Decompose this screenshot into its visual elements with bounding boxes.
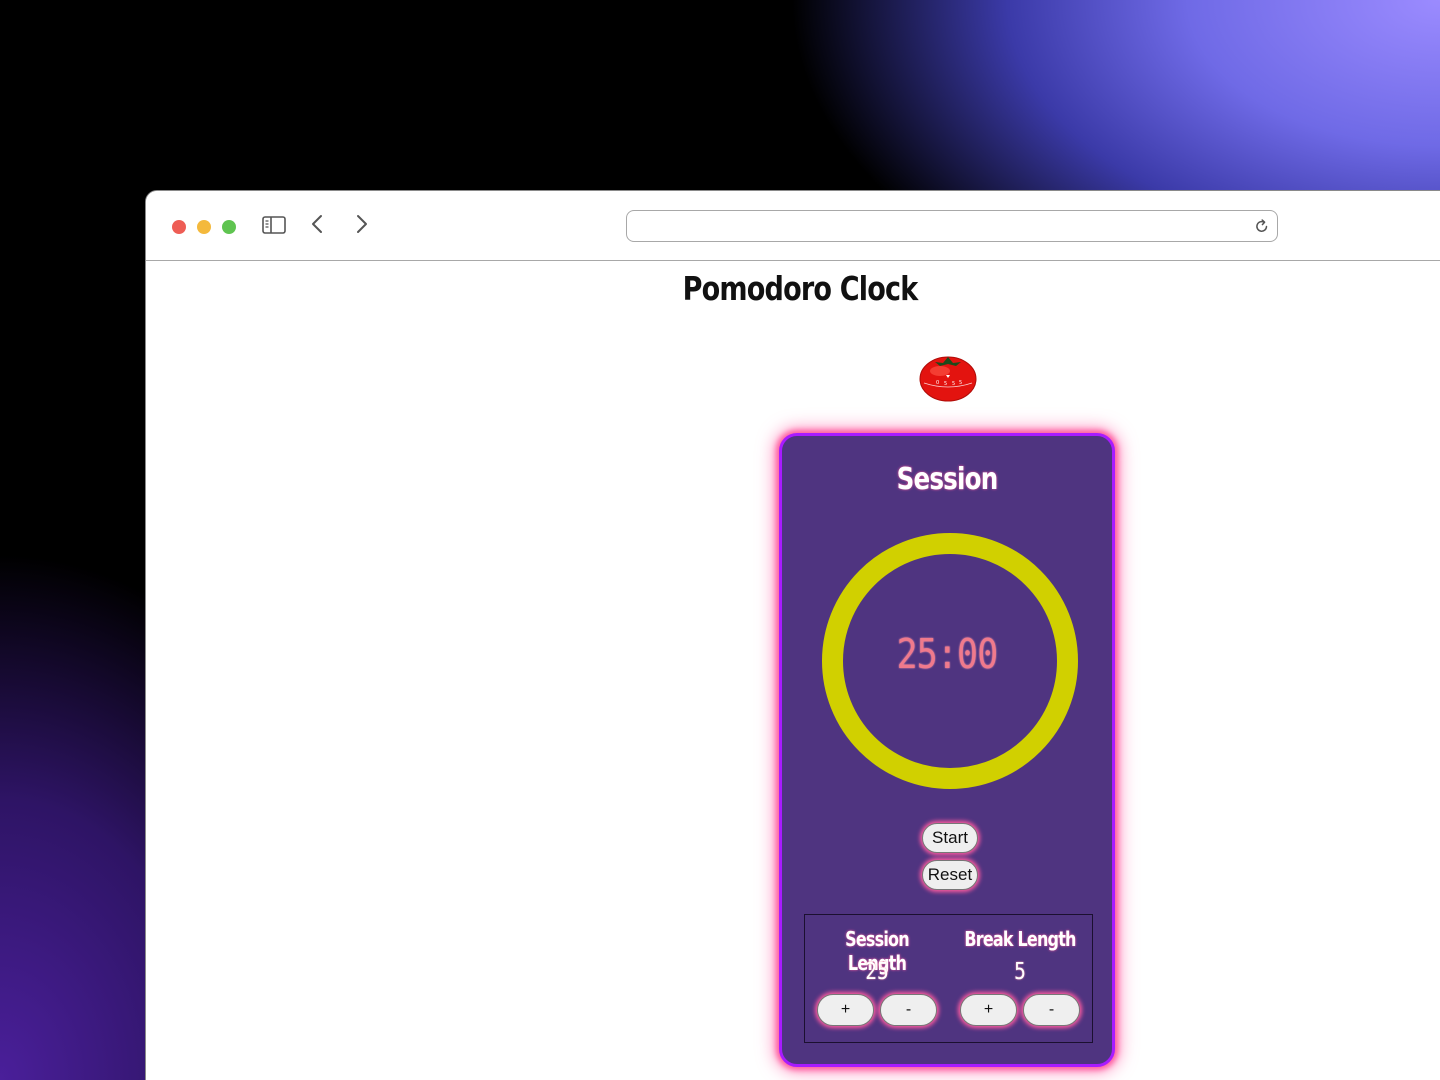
address-bar[interactable] xyxy=(626,210,1278,242)
break-decrement-button[interactable]: - xyxy=(1023,994,1080,1026)
sidebar-icon[interactable] xyxy=(262,216,286,239)
svg-text:5: 5 xyxy=(944,381,947,387)
chevron-left-icon[interactable] xyxy=(309,213,325,240)
close-window-button[interactable] xyxy=(172,220,186,234)
session-increment-button[interactable]: + xyxy=(817,994,874,1026)
reload-icon[interactable] xyxy=(1255,218,1269,239)
timer-mode-label: Session xyxy=(896,462,999,497)
break-length-label: Break Length xyxy=(964,927,1076,951)
minimize-window-button[interactable] xyxy=(197,220,211,234)
break-length-value: 5 xyxy=(1014,959,1026,985)
svg-text:0: 0 xyxy=(936,380,939,386)
svg-text:5: 5 xyxy=(959,380,962,386)
page-content: Pomodoro Clock 0 5 5 5 Session 25:00 Sta… xyxy=(146,261,1440,1080)
length-settings-panel: Session Length 25 Break Length 5 + - + - xyxy=(804,914,1093,1043)
browser-window: Pomodoro Clock 0 5 5 5 Session 25:00 Sta… xyxy=(145,190,1440,1080)
zoom-window-button[interactable] xyxy=(222,220,236,234)
timer-display: 25:00 xyxy=(896,630,999,678)
tomato-timer-icon: 0 5 5 5 xyxy=(918,351,978,408)
break-increment-button[interactable]: + xyxy=(960,994,1017,1026)
chevron-right-icon[interactable] xyxy=(354,213,370,240)
reset-button[interactable]: Reset xyxy=(922,860,978,890)
page-title: Pomodoro Clock xyxy=(682,269,919,308)
session-length-value: 25 xyxy=(865,959,889,985)
browser-toolbar xyxy=(146,191,1440,261)
svg-text:5: 5 xyxy=(952,381,955,387)
session-decrement-button[interactable]: - xyxy=(880,994,937,1026)
start-button[interactable]: Start xyxy=(922,823,978,853)
timer-card: Session 25:00 Start Reset Session Length… xyxy=(779,433,1115,1067)
